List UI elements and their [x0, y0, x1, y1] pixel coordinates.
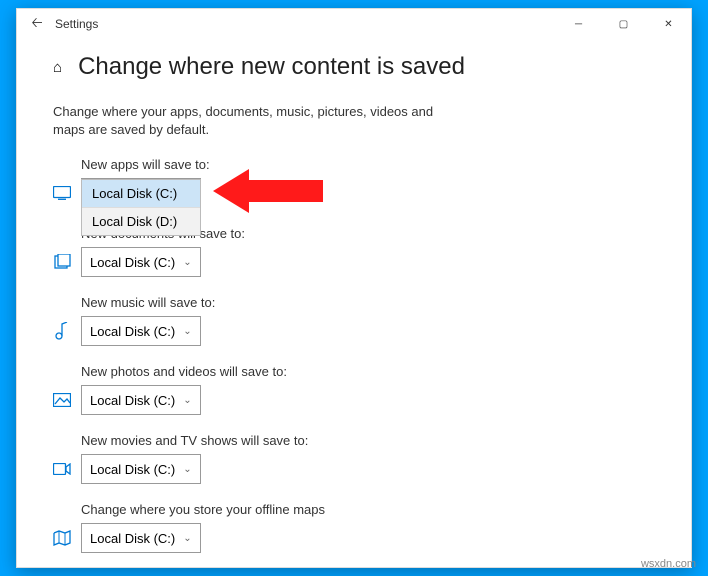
chevron-down-icon: ⌄ — [183, 533, 191, 544]
dropdown-value: Local Disk (C:) — [90, 324, 175, 339]
documents-icon — [53, 254, 71, 270]
close-button[interactable]: ✕ — [646, 9, 691, 39]
chevron-down-icon: ⌄ — [183, 464, 191, 475]
app-name: Settings — [55, 17, 98, 31]
apps-icon — [53, 186, 71, 200]
titlebar: 🡠 Settings ─ ▢ ✕ — [17, 9, 691, 39]
group-label: New apps will save to: — [81, 157, 655, 172]
chevron-down-icon: ⌄ — [183, 395, 191, 406]
group-label: Change where you store your offline maps — [81, 502, 655, 517]
music-dropdown[interactable]: Local Disk (C:) ⌄ — [81, 316, 201, 346]
dropdown-value: Local Disk (C:) — [90, 255, 175, 270]
back-icon[interactable]: 🡠 — [25, 12, 49, 36]
photos-icon — [53, 393, 71, 407]
chevron-down-icon: ⌄ — [183, 257, 191, 268]
group-apps: New apps will save to: Local Disk (C:) ⌄… — [53, 157, 655, 208]
dropdown-option[interactable]: Local Disk (D:) — [82, 208, 200, 235]
dropdown-value: Local Disk (C:) — [90, 462, 175, 477]
content-area: ⌂ Change where new content is saved Chan… — [17, 39, 691, 553]
dropdown-value: Local Disk (C:) — [90, 393, 175, 408]
group-label: New movies and TV shows will save to: — [81, 433, 655, 448]
dropdown-option[interactable]: Local Disk (C:) — [82, 180, 200, 208]
dropdown-list: Local Disk (C:) Local Disk (D:) — [81, 179, 201, 236]
maps-dropdown[interactable]: Local Disk (C:) ⌄ — [81, 523, 201, 553]
dropdown-value: Local Disk (C:) — [90, 531, 175, 546]
photos-dropdown[interactable]: Local Disk (C:) ⌄ — [81, 385, 201, 415]
group-label: New music will save to: — [81, 295, 655, 310]
minimize-button[interactable]: ─ — [556, 9, 601, 39]
group-maps: Change where you store your offline maps… — [53, 502, 655, 553]
movies-dropdown[interactable]: Local Disk (C:) ⌄ — [81, 454, 201, 484]
movies-icon — [53, 463, 71, 475]
group-label: New photos and videos will save to: — [81, 364, 655, 379]
documents-dropdown[interactable]: Local Disk (C:) ⌄ — [81, 247, 201, 277]
maps-icon — [53, 530, 71, 546]
group-movies: New movies and TV shows will save to: Lo… — [53, 433, 655, 484]
music-icon — [53, 322, 71, 340]
home-icon[interactable]: ⌂ — [53, 59, 62, 76]
group-photos: New photos and videos will save to: Loca… — [53, 364, 655, 415]
page-title: Change where new content is saved — [78, 53, 465, 81]
group-music: New music will save to: Local Disk (C:) … — [53, 295, 655, 346]
annotation-arrow-icon — [213, 165, 323, 217]
watermark: wsxdn.com — [641, 558, 696, 570]
maximize-button[interactable]: ▢ — [601, 9, 646, 39]
settings-window: 🡠 Settings ─ ▢ ✕ ⌂ Change where new cont… — [16, 8, 692, 568]
page-description: Change where your apps, documents, music… — [53, 103, 453, 139]
chevron-down-icon: ⌄ — [183, 326, 191, 337]
